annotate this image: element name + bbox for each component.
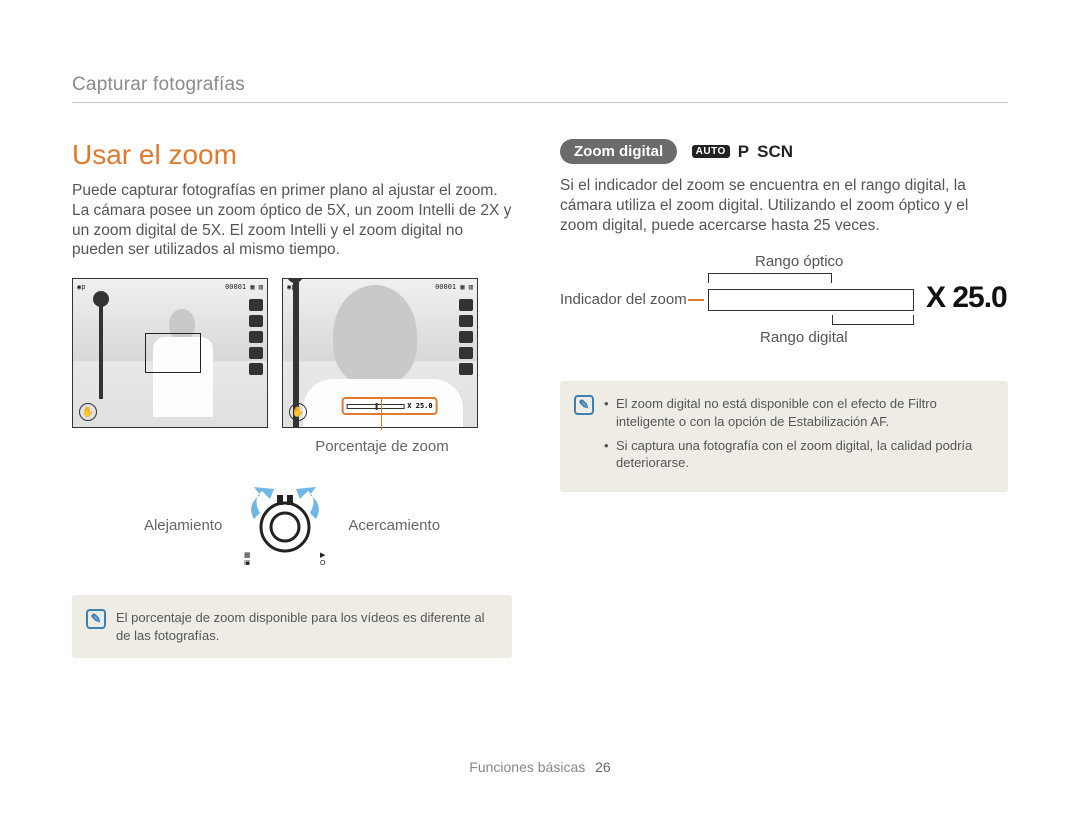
svg-text:Q: Q — [320, 560, 326, 565]
camera-preview-zoomed: ◉p 00001 ▦ ▥ ✋ X 25.0 — [282, 278, 478, 428]
zoom-out-label: Alejamiento — [144, 517, 222, 534]
zoom-factor-label: X 25.0 — [407, 402, 432, 410]
right-paragraph: Si el indicador del zoom se encuentra en… — [560, 176, 1008, 235]
note-box-right: ✎ El zoom digital no está disponible con… — [560, 381, 1008, 491]
info-icon: ✎ — [86, 609, 106, 629]
mode-icons-group: AUTO P SCN — [692, 142, 793, 162]
footer-page-number: 26 — [595, 759, 611, 775]
section-heading: Usar el zoom — [72, 139, 512, 171]
shot-counter: 00001 — [435, 283, 456, 291]
mode-p-icon: P — [738, 142, 749, 162]
note-box-left: ✎ El porcentaje de zoom disponible para … — [72, 595, 512, 658]
note-right-item-2: Si captura una fotografía con el zoom di… — [604, 437, 992, 472]
zoom-digital-pill: Zoom digital — [560, 139, 677, 164]
camera-mode-icon: ◉p — [77, 283, 85, 295]
breadcrumb: Capturar fotografías — [72, 74, 1008, 103]
shot-counter: 00001 — [225, 283, 246, 291]
optical-range-label: Rango óptico — [755, 253, 843, 270]
max-zoom-value: X 25.0 — [926, 281, 1007, 315]
mode-auto-icon: AUTO — [692, 145, 730, 158]
camera-preview-wide: ◉p 00001 ▦ ▥ ✋ — [72, 278, 268, 428]
info-icon: ✎ — [574, 395, 594, 415]
two-column-layout: Usar el zoom Puede capturar fotografías … — [72, 139, 1008, 658]
zoom-percentage-caption: Porcentaje de zoom — [162, 438, 602, 455]
stabilizer-icon: ✋ — [79, 403, 97, 421]
mode-scn-icon: SCN — [757, 142, 793, 162]
left-column: Usar el zoom Puede capturar fotografías … — [72, 139, 512, 658]
zoom-in-label: Acercamiento — [348, 517, 440, 534]
side-menu-icons — [459, 299, 473, 375]
svg-text:▦: ▦ — [244, 552, 251, 559]
zoom-dial-row: Alejamiento ▦ ▣ ▶ Q Acercamiento — [72, 485, 512, 565]
zoom-indicator-label: Indicador del zoom — [560, 291, 687, 308]
page-footer: Funciones básicas 26 — [0, 759, 1080, 775]
right-column: Zoom digital AUTO P SCN Si el indicador … — [560, 139, 1008, 658]
zoom-dial-icon: ▦ ▣ ▶ Q — [240, 485, 330, 565]
zoom-range-diagram: Rango óptico Indicador del zoom Rango di… — [560, 253, 1008, 363]
svg-text:▶: ▶ — [320, 552, 326, 559]
side-menu-icons — [249, 299, 263, 375]
svg-text:▣: ▣ — [244, 560, 251, 565]
intro-paragraph: Puede capturar fotografías en primer pla… — [72, 181, 512, 260]
digital-range-label: Rango digital — [760, 329, 848, 346]
note-left-text: El porcentaje de zoom disponible para lo… — [116, 609, 496, 644]
zoom-bar-overlay: X 25.0 — [342, 397, 438, 415]
note-right-item-1: El zoom digital no está disponible con e… — [604, 395, 992, 430]
footer-section-name: Funciones básicas — [469, 759, 585, 775]
camera-screenshot-row: ◉p 00001 ▦ ▥ ✋ ◉p 00001 ▦ ▥ — [72, 278, 512, 428]
